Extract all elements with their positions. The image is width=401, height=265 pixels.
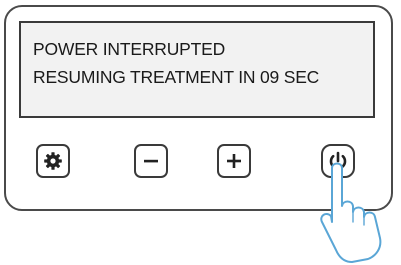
minus-icon [144, 159, 158, 163]
display-line-2: RESUMING TREATMENT IN 09 SEC [33, 67, 320, 87]
pointing-hand-icon [320, 162, 382, 263]
settings-button[interactable] [36, 144, 70, 178]
gear-icon [44, 152, 62, 170]
plus-icon [227, 154, 241, 168]
lcd-display: POWER INTERRUPTED RESUMING TREATMENT IN … [19, 21, 375, 118]
decrease-button[interactable] [134, 144, 168, 178]
increase-button[interactable] [217, 144, 251, 178]
display-line-1: POWER INTERRUPTED [33, 39, 226, 59]
